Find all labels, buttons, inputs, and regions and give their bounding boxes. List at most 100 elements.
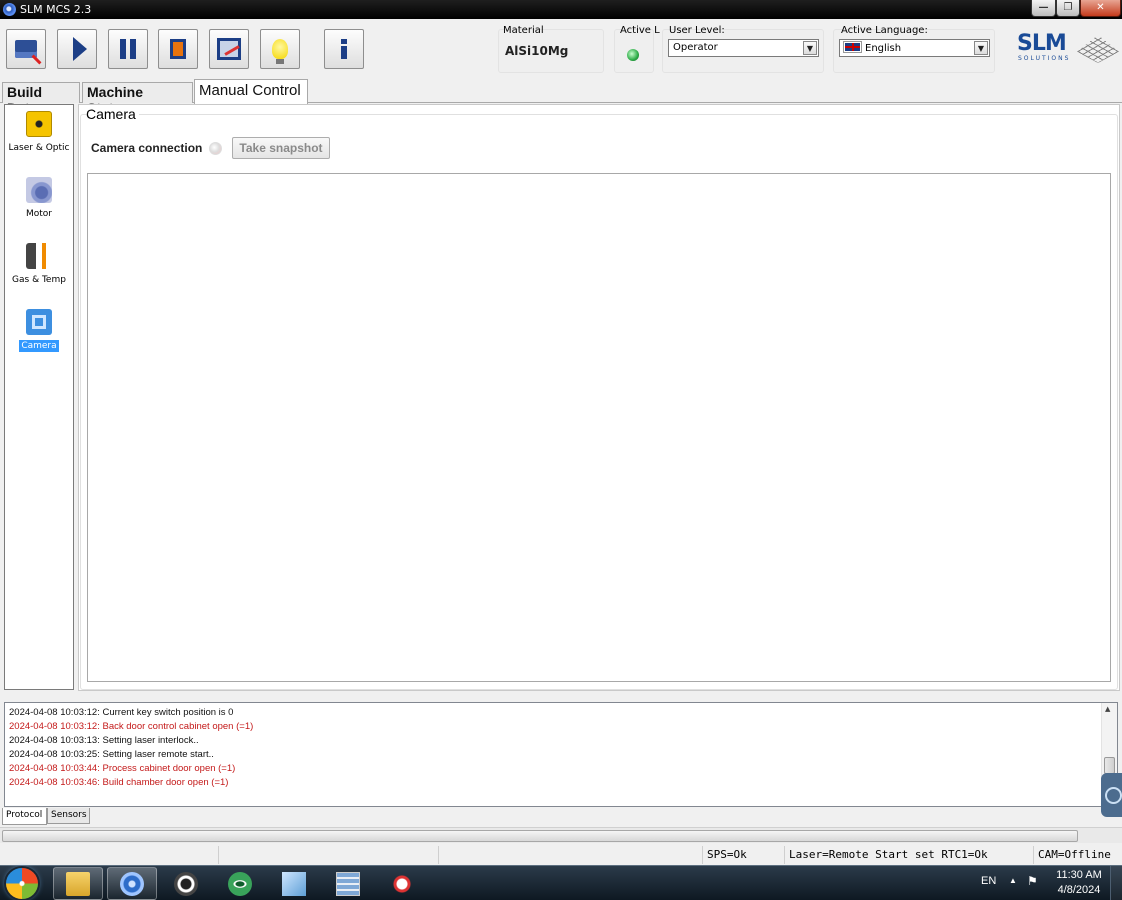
active-status-led-icon bbox=[627, 49, 639, 61]
nav-item-motor[interactable]: Motor bbox=[5, 177, 73, 220]
camera-connection-label: Camera connection bbox=[91, 141, 203, 155]
tab-protocol[interactable]: Protocol bbox=[2, 808, 47, 825]
document-icon bbox=[282, 871, 306, 896]
eye-icon bbox=[228, 871, 252, 896]
nav-item-laser-optic[interactable]: Laser & Optic bbox=[5, 111, 73, 154]
log-line: 2024-04-08 10:03:13: Setting laser inter… bbox=[9, 735, 199, 746]
close-button[interactable]: ✕ bbox=[1080, 0, 1121, 17]
user-level-select[interactable]: Operator ▼ bbox=[668, 39, 819, 57]
nav-item-label: Motor bbox=[25, 209, 52, 219]
light-bulb-icon bbox=[272, 39, 288, 64]
user-level-label: User Level: bbox=[669, 25, 725, 36]
log-lines: 2024-04-08 10:03:12: Current key switch … bbox=[9, 706, 253, 790]
sps-status: SPS=Ok bbox=[702, 846, 784, 864]
pause-button[interactable] bbox=[108, 29, 148, 69]
app-icon bbox=[3, 3, 16, 16]
calculator-icon bbox=[336, 871, 360, 896]
active-laser-label: Active L bbox=[620, 25, 660, 36]
status-bar: SPS=Ok Laser=Remote Start set RTC1=Ok CA… bbox=[0, 845, 1122, 865]
minimize-button[interactable]: — bbox=[1031, 0, 1056, 17]
material-label: Material bbox=[503, 25, 544, 36]
clock-time[interactable]: 11:30 AM bbox=[1053, 869, 1105, 881]
scroll-thumb[interactable] bbox=[1104, 757, 1115, 774]
log-line-error: 2024-04-08 10:03:12: Back door control c… bbox=[9, 721, 254, 732]
nav-item-label: Camera bbox=[19, 340, 59, 352]
window-title: SLM MCS 2.3 bbox=[20, 3, 92, 16]
nav-item-gas-temp[interactable]: Gas & Temp bbox=[5, 243, 73, 286]
slm-logo: SLM SOLUTIONS bbox=[1015, 31, 1119, 69]
camera-app-icon bbox=[174, 871, 198, 896]
info-button[interactable] bbox=[324, 29, 364, 69]
taskbar-notes-app[interactable] bbox=[269, 867, 319, 900]
logo-text: SLM bbox=[1017, 31, 1067, 56]
title-bar: SLM MCS 2.3 — ❐ ✕ bbox=[0, 0, 1122, 19]
log-line: 2024-04-08 10:03:12: Current key switch … bbox=[9, 707, 234, 718]
toolbar: Material AlSi10Mg Active L User Level: O… bbox=[0, 19, 1122, 79]
taskbar: EN ▲ ⚑ 11:30 AM 4/8/2024 bbox=[0, 865, 1122, 900]
camera-status-led-icon bbox=[209, 142, 222, 155]
nav-item-label: Laser & Optic bbox=[8, 143, 70, 153]
light-button[interactable] bbox=[260, 29, 300, 69]
logo-mesh-icon bbox=[1077, 35, 1119, 63]
tab-manual-control[interactable]: Manual Control bbox=[194, 79, 308, 104]
taskbar-explorer[interactable] bbox=[53, 867, 103, 900]
log-line: 2024-04-08 10:03:25: Setting laser remot… bbox=[9, 749, 214, 760]
scissors-icon bbox=[390, 871, 414, 896]
taskbar-viewer-app[interactable] bbox=[215, 867, 265, 900]
pause-icon bbox=[120, 39, 136, 59]
nav-item-camera[interactable]: Camera bbox=[5, 309, 73, 352]
play-icon bbox=[73, 37, 87, 61]
stop-icon bbox=[170, 39, 186, 59]
start-button[interactable] bbox=[57, 29, 97, 69]
log-line-error: 2024-04-08 10:03:46: Build chamber door … bbox=[9, 777, 229, 788]
tab-sensors[interactable]: Sensors bbox=[47, 808, 90, 824]
log-line-error: 2024-04-08 10:03:44: Process cabinet doo… bbox=[9, 763, 236, 774]
maximize-button[interactable]: ❐ bbox=[1056, 0, 1080, 17]
cam-status: CAM=Offline bbox=[1033, 846, 1122, 864]
status-cell-empty bbox=[438, 846, 702, 864]
panel-title: Camera bbox=[86, 106, 139, 122]
taskbar-slm-mcs[interactable] bbox=[107, 867, 157, 900]
tab-machine-status[interactable]: Machine Status bbox=[82, 82, 193, 116]
camera-view bbox=[87, 173, 1111, 682]
laser-status: Laser=Remote Start set RTC1=Ok bbox=[784, 846, 1033, 864]
taskbar-snipping-tool[interactable] bbox=[377, 867, 427, 900]
show-desktop-button[interactable] bbox=[1110, 866, 1122, 900]
chevron-down-icon[interactable]: ▼ bbox=[803, 41, 817, 55]
laser-icon bbox=[26, 111, 52, 137]
scroll-thumb[interactable] bbox=[2, 830, 1078, 842]
camera-panel: Camera Camera connection Take snapshot bbox=[78, 104, 1120, 691]
taskbar-camera-app[interactable] bbox=[161, 867, 211, 900]
scroll-up-icon[interactable]: ▲ bbox=[1105, 705, 1110, 713]
user-level-value: Operator bbox=[673, 42, 718, 53]
slm-app-icon bbox=[120, 871, 144, 896]
logo-subtext: SOLUTIONS bbox=[1018, 55, 1071, 62]
language-value: English bbox=[865, 43, 902, 54]
folder-icon bbox=[66, 871, 90, 896]
open-job-button[interactable] bbox=[6, 29, 46, 69]
action-center-flag-icon[interactable]: ⚑ bbox=[1027, 874, 1038, 888]
input-language[interactable]: EN bbox=[981, 875, 996, 887]
chevron-down-icon[interactable]: ▼ bbox=[974, 41, 988, 55]
take-snapshot-button[interactable]: Take snapshot bbox=[232, 137, 330, 159]
clock-date[interactable]: 4/8/2024 bbox=[1053, 884, 1105, 896]
stop-button[interactable] bbox=[158, 29, 198, 69]
nav-item-label: Gas & Temp bbox=[12, 275, 66, 285]
material-value: AlSi10Mg bbox=[505, 44, 569, 58]
camera-icon bbox=[26, 309, 52, 335]
tray-expand-icon[interactable]: ▲ bbox=[1009, 876, 1017, 885]
protocol-log[interactable]: 2024-04-08 10:03:12: Current key switch … bbox=[4, 702, 1118, 807]
motor-icon bbox=[26, 177, 52, 203]
horizontal-scrollbar[interactable] bbox=[0, 827, 1122, 843]
chamber-button[interactable] bbox=[209, 29, 249, 69]
language-select[interactable]: English ▼ bbox=[839, 39, 990, 57]
start-button[interactable] bbox=[6, 868, 38, 899]
taskbar-calculator[interactable] bbox=[323, 867, 373, 900]
gas-temp-icon bbox=[26, 243, 52, 269]
main-tabs: Build Data Machine Status Manual Control bbox=[0, 79, 1122, 116]
tab-build-data[interactable]: Build Data bbox=[2, 82, 80, 116]
manual-control-nav: Laser & Optic Motor Gas & Temp Camera bbox=[4, 104, 74, 690]
open-folder-icon bbox=[15, 40, 37, 58]
chamber-icon bbox=[217, 38, 241, 60]
side-panel-handle-icon[interactable] bbox=[1101, 773, 1122, 817]
